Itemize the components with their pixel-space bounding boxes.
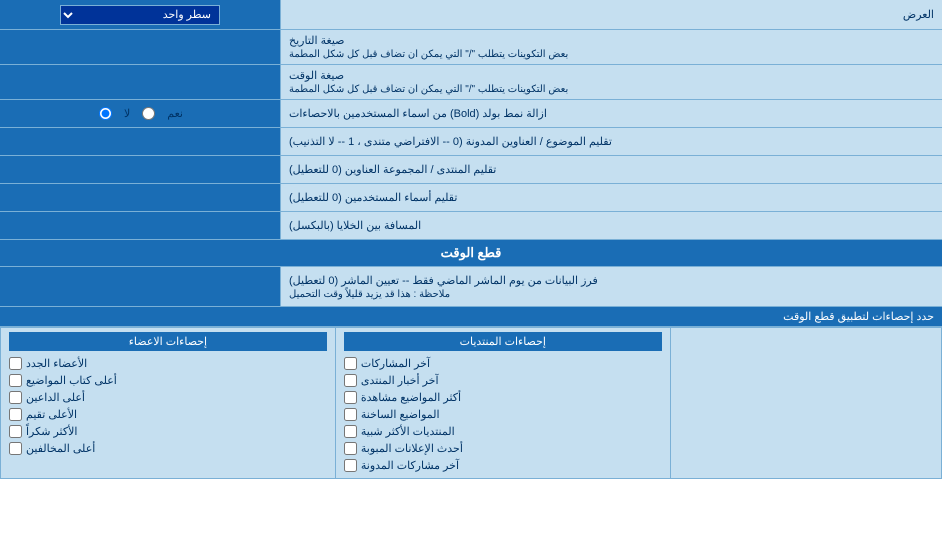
- list-item: المواضيع الساخنة: [344, 406, 662, 423]
- checkbox-top-rated[interactable]: [9, 408, 22, 421]
- list-item: الأكثر شكراً: [9, 423, 327, 440]
- date-format-input[interactable]: d-m: [6, 38, 274, 56]
- list-item: المنتديات الأكثر شبية: [344, 423, 662, 440]
- checkbox-forum-news[interactable]: [344, 374, 357, 387]
- checkbox-latest-ads[interactable]: [344, 442, 357, 455]
- time-format-input-container: H:i: [0, 65, 280, 99]
- checkbox-popular-forums[interactable]: [344, 425, 357, 438]
- topics-trim-label: تقليم الموضوع / العناوين المدونة (0 -- ا…: [280, 128, 942, 155]
- line-select-container: سطر واحد: [0, 0, 280, 29]
- topics-trim-input[interactable]: 33: [6, 133, 274, 151]
- bold-remove-label: ازالة نمط بولد (Bold) من اسماء المستخدمي…: [280, 100, 942, 127]
- radio-no[interactable]: [99, 107, 112, 120]
- checkbox-col-posts: إحصاءات المنتديات آخر المشاركات آخر أخبا…: [335, 328, 670, 478]
- checkbox-blog-posts[interactable]: [344, 459, 357, 472]
- checkboxes-apply-header: حدد إحصاءات لتطبيق قطع الوقت: [0, 307, 942, 327]
- cutoff-input-container: 0: [0, 267, 280, 306]
- checkbox-new-members[interactable]: [9, 357, 22, 370]
- checkbox-top-posters[interactable]: [9, 374, 22, 387]
- bold-remove-radios: نعم لا: [0, 100, 280, 127]
- checkbox-most-viewed[interactable]: [344, 391, 357, 404]
- posts-col-header: إحصاءات المنتديات: [344, 332, 662, 351]
- list-item: أعلى الداعين: [9, 389, 327, 406]
- checkbox-col-empty: [670, 328, 941, 478]
- cell-spacing-input-container: 2: [0, 212, 280, 239]
- topics-trim-row: تقليم الموضوع / العناوين المدونة (0 -- ا…: [0, 128, 942, 156]
- checkbox-last-posts[interactable]: [344, 357, 357, 370]
- list-item: أحدث الإعلانات المبوبة: [344, 440, 662, 457]
- members-col-header: إحصاءات الاعضاء: [9, 332, 327, 351]
- time-format-input[interactable]: H:i: [6, 73, 274, 91]
- users-trim-label: تقليم أسماء المستخدمين (0 للتعطيل): [280, 184, 942, 211]
- users-trim-input[interactable]: 0: [6, 189, 274, 207]
- radio-no-label: لا: [124, 107, 130, 120]
- checkbox-top-violators[interactable]: [9, 442, 22, 455]
- radio-yes[interactable]: [142, 107, 155, 120]
- cell-spacing-input[interactable]: 2: [6, 217, 274, 235]
- forum-trim-label: تقليم المنتدى / المجموعة العناوين (0 للت…: [280, 156, 942, 183]
- line-select[interactable]: سطر واحد: [60, 5, 220, 25]
- cell-spacing-row: المسافة بين الخلايا (بالبكسل) 2: [0, 212, 942, 240]
- cutoff-row: فرز البيانات من يوم الماشر الماضي فقط --…: [0, 267, 942, 307]
- checkbox-top-inviters[interactable]: [9, 391, 22, 404]
- list-item: آخر أخبار المنتدى: [344, 372, 662, 389]
- list-item: آخر مشاركات المدونة: [344, 457, 662, 474]
- forum-trim-row: تقليم المنتدى / المجموعة العناوين (0 للت…: [0, 156, 942, 184]
- checkbox-most-thanked[interactable]: [9, 425, 22, 438]
- checkboxes-grid: إحصاءات المنتديات آخر المشاركات آخر أخبا…: [0, 327, 942, 479]
- checkbox-col-members: إحصاءات الاعضاء الأعضاء الجدد أعلى كتاب …: [1, 328, 335, 478]
- checkbox-hot-topics[interactable]: [344, 408, 357, 421]
- topics-trim-input-container: 33: [0, 128, 280, 155]
- list-item: أعلى كتاب المواضيع: [9, 372, 327, 389]
- cutoff-label: فرز البيانات من يوم الماشر الماضي فقط --…: [280, 267, 942, 306]
- date-format-label: صيغة التاريخ بعض التكوينات يتطلب "/" الت…: [280, 30, 942, 64]
- list-item: الأعضاء الجدد: [9, 355, 327, 372]
- display-label: العرض: [280, 0, 942, 29]
- forum-trim-input[interactable]: 33: [6, 161, 274, 179]
- bold-remove-row: ازالة نمط بولد (Bold) من اسماء المستخدمي…: [0, 100, 942, 128]
- cutoff-section-header: قطع الوقت: [0, 240, 942, 267]
- cutoff-input[interactable]: 0: [6, 278, 274, 296]
- cell-spacing-label: المسافة بين الخلايا (بالبكسل): [280, 212, 942, 239]
- date-format-row: صيغة التاريخ بعض التكوينات يتطلب "/" الت…: [0, 30, 942, 65]
- forum-trim-input-container: 33: [0, 156, 280, 183]
- radio-yes-label: نعم: [167, 107, 183, 120]
- time-format-row: صيغة الوقت بعض التكوينات يتطلب "/" التي …: [0, 65, 942, 100]
- date-format-input-container: d-m: [0, 30, 280, 64]
- list-item: أعلى المخالفين: [9, 440, 327, 457]
- users-trim-row: تقليم أسماء المستخدمين (0 للتعطيل) 0: [0, 184, 942, 212]
- users-trim-input-container: 0: [0, 184, 280, 211]
- time-format-label: صيغة الوقت بعض التكوينات يتطلب "/" التي …: [280, 65, 942, 99]
- list-item: أكثر المواضيع مشاهدة: [344, 389, 662, 406]
- list-item: الأعلى تقيم: [9, 406, 327, 423]
- list-item: آخر المشاركات: [344, 355, 662, 372]
